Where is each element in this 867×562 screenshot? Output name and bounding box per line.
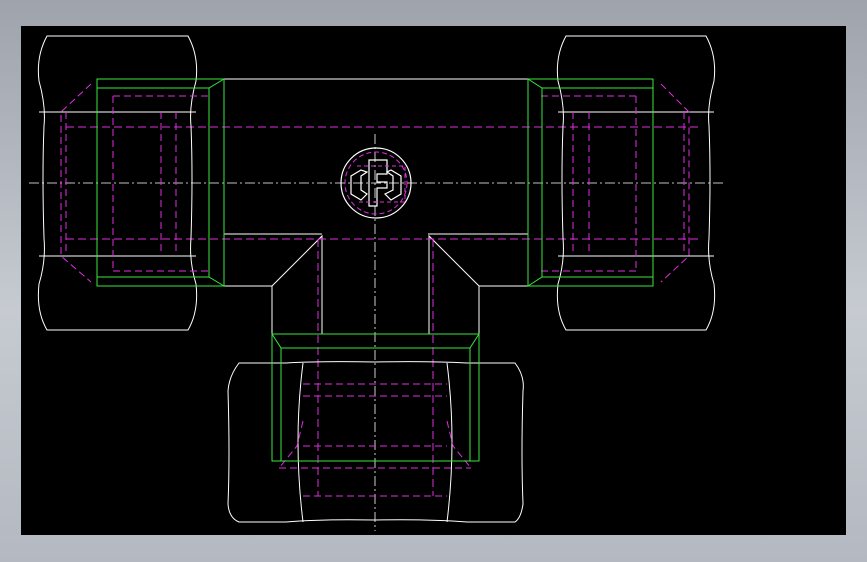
right-sleeve-bevel-top [527,78,653,89]
logo-glyph-left [350,169,369,201]
right-sleeve-outline [527,78,654,287]
bottom-sleeve-bevel-right [469,333,480,461]
cad-viewport[interactable] [21,26,846,535]
body-left-shoulder [224,234,323,334]
right-sleeve-bevel-bottom [527,276,653,287]
left-sleeve-bevel-bottom [97,276,225,287]
right-sleeve [527,78,654,287]
bottom-sleeve-outline [271,333,480,462]
bottom-nut-flat-right [446,362,453,523]
bottom-sleeve-bevel-left [271,333,282,461]
bottom-nut-flat-left [297,362,304,523]
bottom-sleeve [271,333,480,462]
left-sleeve-bevel-top [97,78,225,89]
drawing-canvas [29,35,726,531]
